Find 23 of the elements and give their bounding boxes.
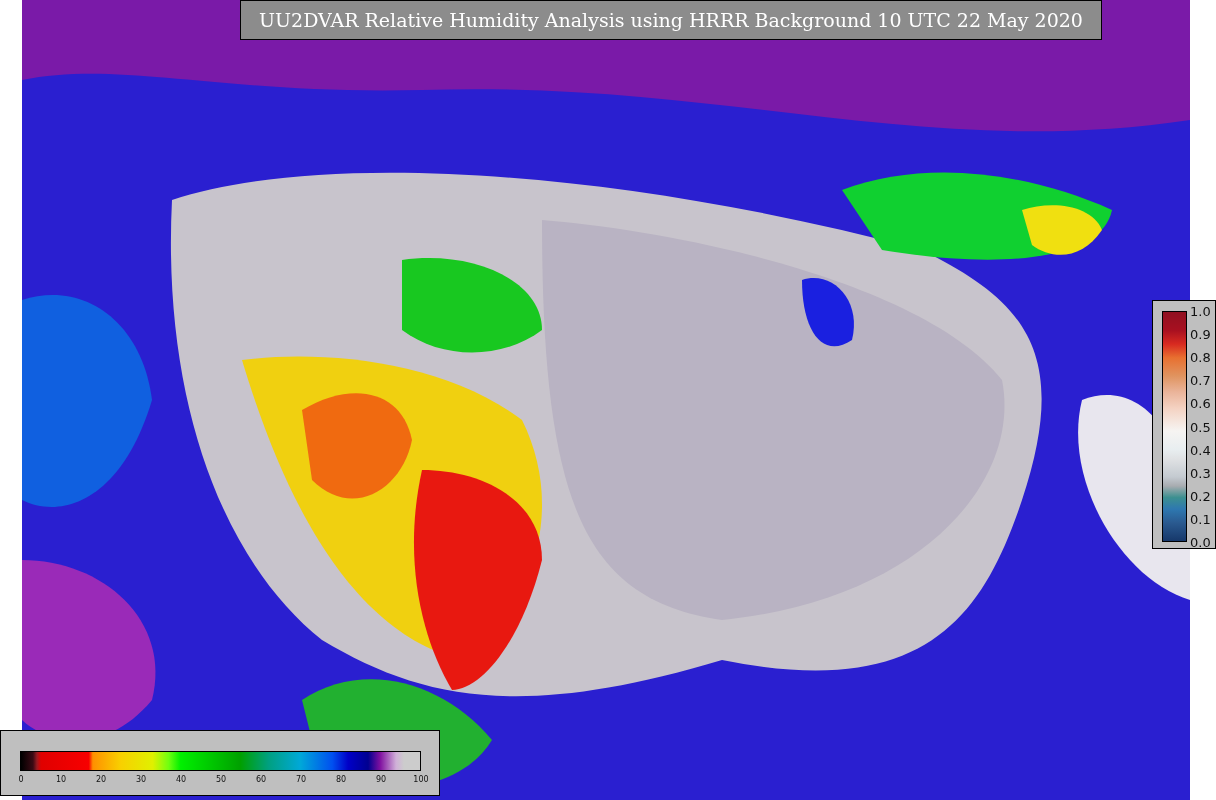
scale-label: 0.4: [1190, 442, 1211, 458]
scale-label: 0.9: [1190, 326, 1211, 342]
scale-label: 80: [335, 775, 347, 784]
map-title: UU2DVAR Relative Humidity Analysis using HRRR Background 10 UTC 22 May 2020: [240, 0, 1102, 40]
scale-label: 0.6: [1190, 395, 1211, 411]
scale-label: 0.1: [1190, 511, 1211, 527]
scale-label: 40: [175, 775, 187, 784]
scale-label: 0: [18, 775, 24, 784]
scale-label: 1.0: [1190, 303, 1211, 319]
scale-label: 0.7: [1190, 372, 1211, 388]
scale-label: 10: [55, 775, 67, 784]
scale-label: 0.8: [1190, 349, 1211, 365]
scale-label: 60: [255, 775, 267, 784]
scale-label: 0.3: [1190, 465, 1211, 481]
scale-label: 100: [413, 775, 429, 784]
scale-label: 30: [135, 775, 147, 784]
scale-label: 0.5: [1190, 419, 1211, 434]
scale-label: 70: [295, 775, 307, 784]
scale-label: 90: [375, 775, 387, 784]
scale-label: 0.0: [1190, 534, 1211, 550]
scale-label: 20: [95, 775, 107, 784]
scale-label: 50: [215, 775, 227, 784]
scale-label: 0.2: [1190, 488, 1211, 504]
